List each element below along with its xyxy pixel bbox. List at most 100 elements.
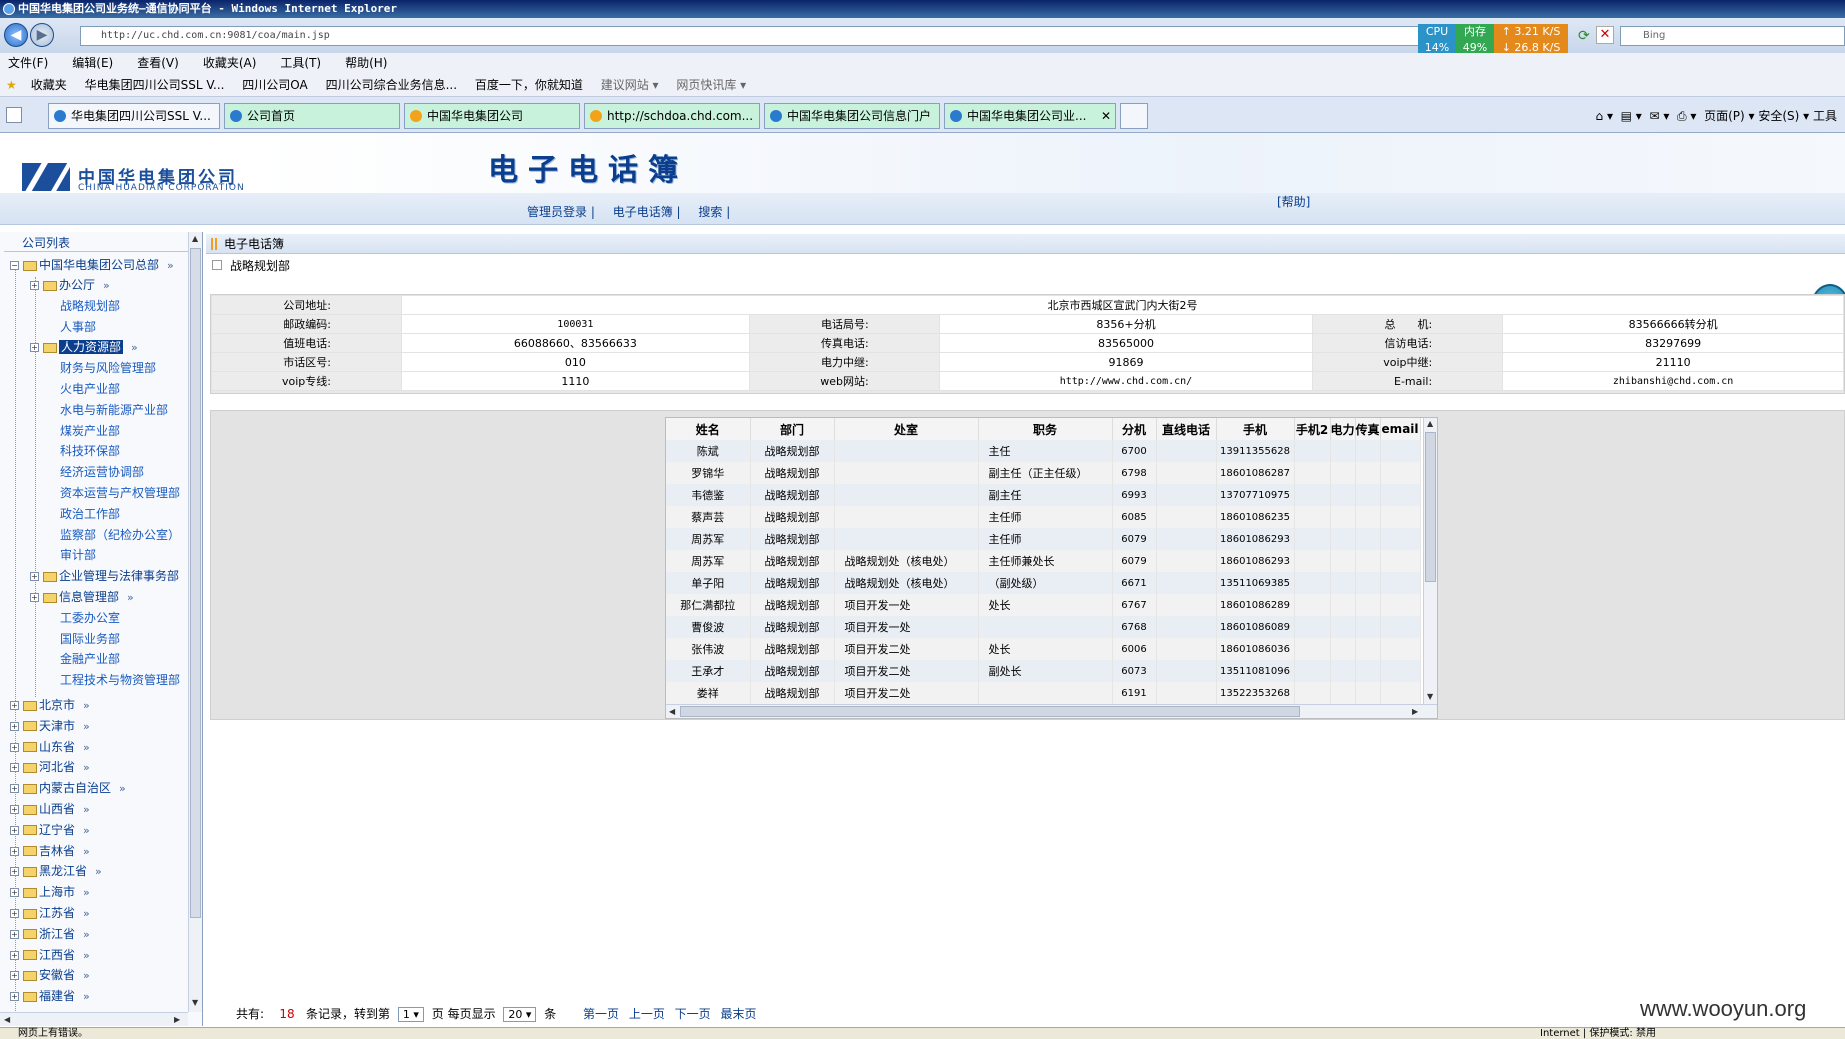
per-page-select[interactable]: 20 ▾ — [503, 1007, 537, 1022]
sidebar-item[interactable]: + 办公厅» — [30, 277, 110, 294]
grid-column-header[interactable]: 分机 — [1112, 418, 1157, 440]
table-row[interactable]: 那仁满都拉 战略规划部 项目开发一处 处长 6767 18601086289 — [666, 594, 1421, 616]
back-button[interactable]: ◀ — [4, 23, 28, 47]
grid-column-header[interactable]: 处室 — [834, 418, 979, 440]
next-page-link[interactable]: 下一页 — [675, 1007, 711, 1021]
table-row[interactable]: 张伟波 战略规划部 项目开发二处 处长 6006 18601086036 — [666, 638, 1421, 660]
sidebar-province[interactable]: + 辽宁省» — [10, 822, 90, 839]
grid-column-header[interactable]: 姓名 — [666, 418, 751, 440]
table-row[interactable]: 蔡声芸 战略规划部 主任师 6085 18601086235 — [666, 506, 1421, 528]
sidebar-province[interactable]: + 河北省» — [10, 759, 90, 776]
sidebar-province[interactable]: + 福建省» — [10, 988, 90, 1005]
tab-2[interactable]: 公司首页 — [224, 103, 400, 129]
quick-tabs-icon[interactable] — [6, 107, 22, 123]
tab-6-active[interactable]: 中国华电集团公司业... ✕ — [944, 103, 1116, 129]
fav-link-5[interactable]: 建议网站 ▾ — [601, 78, 659, 92]
nav-search[interactable]: 搜索 | — [698, 205, 730, 219]
table-row[interactable]: 单子阳 战略规划部 战略规划处（核电处） （副处级） 6671 13511069385 — [666, 572, 1421, 594]
menu-tools[interactable]: 工具(T) — [280, 56, 321, 70]
nav-admin-login[interactable]: 管理员登录 | — [527, 205, 595, 219]
sidebar-province[interactable]: + 山西省» — [10, 801, 90, 818]
sidebar-item[interactable]: 金融产业部 — [60, 651, 120, 667]
menu-file[interactable]: 文件(F) — [8, 56, 48, 70]
table-row[interactable]: 陈斌 战略规划部 主任 6700 13911355628 — [666, 440, 1421, 462]
fav-link-2[interactable]: 四川公司OA — [242, 78, 307, 92]
table-row[interactable]: 罗锦华 战略规划部 副主任（正主任级） 6798 18601086287 — [666, 462, 1421, 484]
email-value[interactable]: zhibanshi@chd.com.cn — [1502, 371, 1844, 391]
tab-1[interactable]: 华电集团四川公司SSL V... — [48, 103, 220, 129]
tab-3[interactable]: 中国华电集团公司 — [404, 103, 580, 129]
search-input[interactable]: Bing — [1620, 26, 1845, 46]
menu-edit[interactable]: 编辑(E) — [72, 56, 113, 70]
grid-column-header[interactable]: 传真 — [1355, 418, 1381, 440]
stop-icon[interactable]: ✕ — [1596, 26, 1614, 44]
mail-icon[interactable]: ✉ ▾ — [1649, 109, 1669, 123]
fav-link-1[interactable]: 华电集团四川公司SSL V... — [85, 78, 225, 92]
print-icon[interactable]: ⎙ ▾ — [1677, 109, 1696, 123]
address-bar[interactable]: http://uc.chd.com.cn:9081/coa/main.jsp — [80, 26, 1420, 46]
sidebar-item[interactable]: 火电产业部 — [60, 381, 120, 397]
fav-link-4[interactable]: 百度一下，你就知道 — [475, 78, 583, 92]
new-tab-button[interactable] — [1120, 103, 1148, 129]
sidebar-province[interactable]: + 北京市» — [10, 697, 90, 714]
grid-column-header[interactable]: 电力 — [1330, 418, 1356, 440]
sidebar-hscrollbar[interactable]: ◀ ▶ — [0, 1012, 188, 1026]
sidebar-province[interactable]: + 山东省» — [10, 739, 90, 756]
sidebar-item[interactable]: 科技环保部 — [60, 443, 120, 459]
sidebar-item[interactable]: 水电与新能源产业部 — [60, 402, 168, 418]
first-page-link[interactable]: 第一页 — [583, 1007, 619, 1021]
sidebar-item[interactable]: 国际业务部 — [60, 631, 120, 647]
sidebar-item[interactable]: 工委办公室 — [60, 610, 120, 626]
sidebar-item[interactable]: 审计部 — [60, 547, 96, 563]
tab-4[interactable]: http://schdoa.chd.com... — [584, 103, 760, 129]
help-link[interactable]: [帮助] — [1277, 193, 1310, 210]
tab-5[interactable]: 中国华电集团公司信息门户 — [764, 103, 940, 129]
table-row[interactable]: 周苏军 战略规划部 战略规划处（核电处） 主任师兼处长 6079 18601086293 — [666, 550, 1421, 572]
grid-column-header[interactable]: 手机 — [1216, 418, 1295, 440]
sidebar-item[interactable]: 监察部（纪检办公室） — [60, 527, 180, 543]
fav-link-3[interactable]: 四川公司综合业务信息... — [326, 78, 457, 92]
tree-root[interactable]: − 中国华电集团公司总部» — [10, 257, 174, 274]
grid-column-header[interactable]: 直线电话 — [1156, 418, 1217, 440]
sidebar-province[interactable]: + 安徽省» — [10, 967, 90, 984]
grid-column-header[interactable]: 手机2 — [1294, 418, 1331, 440]
close-tab-icon[interactable]: ✕ — [1101, 104, 1111, 128]
table-row[interactable]: 娄祥 战略规划部 项目开发二处 6191 13522353268 — [666, 682, 1421, 704]
sidebar-province[interactable]: + 上海市» — [10, 884, 90, 901]
sidebar-province[interactable]: + 内蒙古自治区» — [10, 780, 126, 797]
page-safety-tools-menu[interactable]: 页面(P) ▾ 安全(S) ▾ 工具 — [1704, 109, 1837, 123]
grid-vscrollbar[interactable]: ▲ ▼ — [1423, 418, 1437, 704]
sidebar-item[interactable]: + 人力资源部» — [30, 339, 138, 356]
grid-column-header[interactable]: email — [1380, 418, 1421, 440]
home-icon[interactable]: ⌂ ▾ — [1596, 109, 1613, 123]
sidebar-item[interactable]: 人事部 — [60, 319, 96, 335]
grid-hscrollbar[interactable]: ◀ ▶ — [666, 704, 1437, 718]
sidebar-province[interactable]: + 江西省» — [10, 947, 90, 964]
sidebar-scrollbar[interactable]: ▲ ▼ — [188, 232, 202, 1012]
prev-page-link[interactable]: 上一页 — [629, 1007, 665, 1021]
sidebar-province[interactable]: + 浙江省» — [10, 926, 90, 943]
sidebar-item[interactable]: 战略规划部 — [60, 298, 120, 314]
sidebar-item[interactable]: 煤炭产业部 — [60, 423, 120, 439]
favorites-button[interactable]: 收藏夹 — [31, 78, 67, 92]
sidebar-item[interactable]: +企业管理与法律事务部» — [30, 568, 194, 585]
refresh-icon[interactable]: ⟳ — [1578, 28, 1590, 44]
nav-phonebook[interactable]: 电子电话簿 | — [613, 205, 681, 219]
table-row[interactable]: 王承才 战略规划部 项目开发二处 副处长 6073 13511081096 — [666, 660, 1421, 682]
web-value[interactable]: http://www.chd.com.cn/ — [938, 371, 1314, 391]
sidebar-province[interactable]: + 黑龙江省» — [10, 863, 102, 880]
sidebar-province[interactable]: + 天津市» — [10, 718, 90, 735]
menu-favorites[interactable]: 收藏夹(A) — [203, 56, 257, 70]
menu-help[interactable]: 帮助(H) — [345, 56, 387, 70]
table-row[interactable]: 周苏军 战略规划部 主任师 6079 18601086293 — [666, 528, 1421, 550]
page-select[interactable]: 1 ▾ — [397, 1007, 424, 1022]
feeds-icon[interactable]: ▤ ▾ — [1621, 109, 1642, 123]
grid-column-header[interactable]: 职务 — [978, 418, 1113, 440]
sidebar-item[interactable]: 经济运营协调部 — [60, 464, 144, 480]
sidebar-item[interactable]: 工程技术与物资管理部 — [60, 672, 180, 688]
menu-view[interactable]: 查看(V) — [137, 56, 179, 70]
forward-button[interactable]: ▶ — [30, 23, 54, 47]
ie-command-bar[interactable]: ⌂ ▾ ▤ ▾ ✉ ▾ ⎙ ▾ 页面(P) ▾ 安全(S) ▾ 工具 — [1596, 107, 1837, 124]
sidebar-province[interactable]: + 江苏省» — [10, 905, 90, 922]
fav-link-6[interactable]: 网页快讯库 ▾ — [676, 78, 746, 92]
